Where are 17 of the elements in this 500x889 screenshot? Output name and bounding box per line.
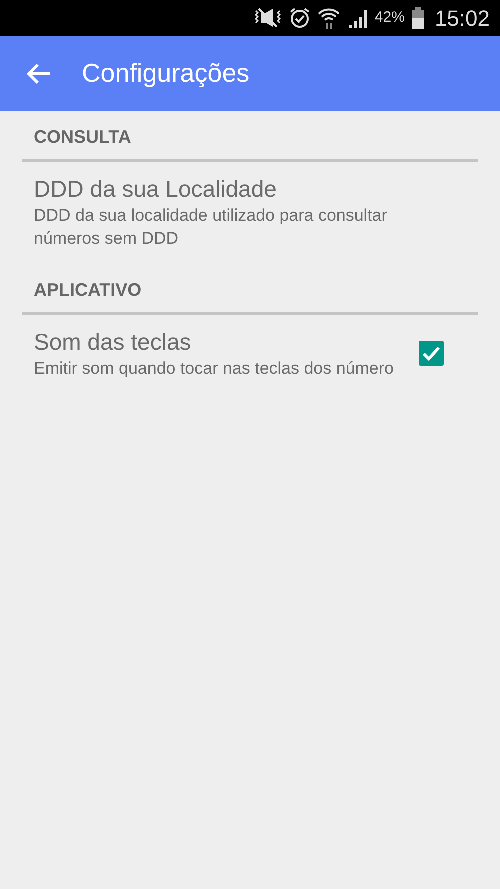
wifi-icon	[316, 6, 341, 30]
signal-icon	[346, 7, 369, 29]
clock-time: 15:02	[434, 4, 490, 32]
checkbox[interactable]	[419, 341, 444, 366]
screen-title: Configurações	[82, 57, 250, 90]
vibrate-mute-icon	[252, 7, 283, 29]
preference-title: DDD da sua Localidade	[34, 175, 278, 204]
section-header: CONSULTA	[34, 127, 132, 147]
preference-title: Som das teclas	[34, 328, 192, 357]
battery-icon	[410, 6, 425, 30]
preference-summary: Emitir som quando tocar nas teclas dos número	[34, 358, 396, 380]
alarm-icon	[288, 7, 311, 29]
section-header: APLICATIVO	[34, 280, 142, 300]
preference-item[interactable]: Som das teclas Emitir som quando tocar nas teclas dos número	[22, 315, 478, 394]
preference-summary: DDD da sua localidade utilizado para consultar números sem DDD	[34, 205, 388, 250]
preference-item[interactable]: DDD da sua Localidade DDD da sua localidade utilizado para consultar números sem DDD	[22, 162, 478, 264]
battery-percentage: 42%	[374, 8, 405, 28]
